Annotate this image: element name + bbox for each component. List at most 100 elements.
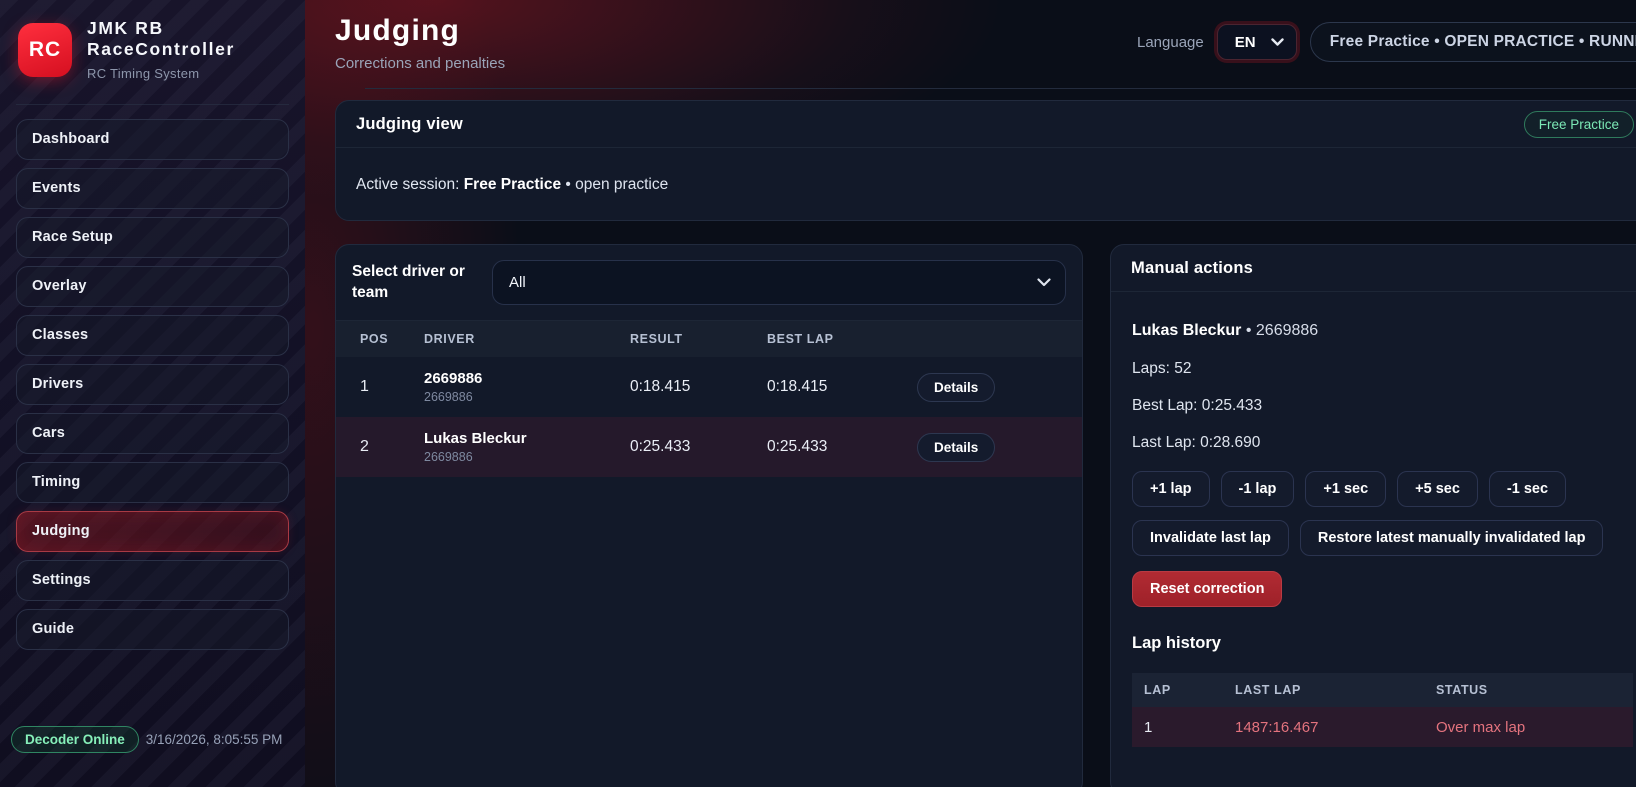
driver-best-lap: 0:18.415 xyxy=(767,378,917,396)
manual-actions-card: Manual actions Lukas Bleckur • 2669886 L… xyxy=(1110,244,1636,787)
language-select-value: EN xyxy=(1235,34,1256,51)
sidebar-nav-item[interactable]: Judging xyxy=(16,511,289,552)
sidebar-nav-item[interactable]: Cars xyxy=(16,413,289,454)
lap-history-header-cell: LAST LAP xyxy=(1235,683,1436,697)
driver-table-header-cell: POS xyxy=(360,332,424,346)
driver-select-dropdown[interactable]: All xyxy=(492,260,1066,305)
driver-select-value: All xyxy=(509,274,526,291)
sidebar-nav-item-label: Dashboard xyxy=(32,131,110,147)
adjust-button[interactable]: -1 sec xyxy=(1489,471,1566,507)
sidebar-nav-item[interactable]: Events xyxy=(16,168,289,209)
main-area: Judging Corrections and penalties Langua… xyxy=(305,0,1636,787)
sidebar-nav-item-label: Settings xyxy=(32,572,91,588)
lap-history-body: 1 1487:16.467 Over max lap xyxy=(1132,707,1633,747)
chevron-down-icon xyxy=(1037,278,1051,287)
adjust-button[interactable]: +1 lap xyxy=(1132,471,1210,507)
sidebar-nav-item-label: Cars xyxy=(32,425,65,441)
driver-stats: Laps: 52 Best Lap: 0:25.433 Last Lap: 0:28… xyxy=(1132,360,1633,452)
driver-stat-line: Best Lap: 0:25.433 xyxy=(1132,397,1633,415)
selected-driver-name: Lukas Bleckur xyxy=(1132,322,1241,339)
driver-name: Lukas Bleckur xyxy=(424,430,630,447)
language-label: Language xyxy=(1137,34,1204,51)
sidebar-nav-item[interactable]: Drivers xyxy=(16,364,289,405)
sidebar-nav-item-label: Race Setup xyxy=(32,229,113,245)
app-title-line2: RaceController xyxy=(87,39,235,60)
active-session-suffix: • open practice xyxy=(565,176,668,193)
sidebar-nav-item[interactable]: Classes xyxy=(16,315,289,356)
selected-driver-line: Lukas Bleckur • 2669886 xyxy=(1132,322,1633,340)
manual-actions-body: Lukas Bleckur • 2669886 Laps: 52 Best Lap… xyxy=(1111,292,1636,767)
adjust-button[interactable]: -1 lap xyxy=(1221,471,1295,507)
sidebar-nav-item[interactable]: Guide xyxy=(16,609,289,650)
lap-history-row: 1 1487:16.467 Over max lap xyxy=(1132,707,1633,747)
lap-history-header: LAPLAST LAPSTATUS xyxy=(1132,673,1633,707)
clock-timestamp: 3/16/2026, 8:05:55 PM xyxy=(146,732,283,747)
driver-name: 2669886 xyxy=(424,370,630,387)
driver-stat-line: Last Lap: 0:28.690 xyxy=(1132,434,1633,452)
driver-table-row[interactable]: 1 2669886 2669886 0:18.415 0:18.415 Deta… xyxy=(336,357,1082,417)
driver-stat-line: Laps: 52 xyxy=(1132,360,1633,378)
driver-table-header: POSDRIVERRESULTBEST LAP xyxy=(336,321,1082,357)
sidebar-nav-item[interactable]: Overlay xyxy=(16,266,289,307)
manual-actions-header: Manual actions xyxy=(1111,245,1636,292)
sidebar-nav-item[interactable]: Dashboard xyxy=(16,119,289,160)
sidebar-nav-item-label: Events xyxy=(32,180,81,196)
lap-number: 1 xyxy=(1144,719,1235,736)
sidebar-nav-item-label: Judging xyxy=(32,523,90,539)
driver-table: POSDRIVERRESULTBEST LAP 1 2669886 266988… xyxy=(336,321,1082,477)
lap-history-table: LAPLAST LAPSTATUS 1 1487:16.467 Over max… xyxy=(1132,673,1633,747)
driver-select-card: Select driver or team All POSDRIVERRESUL… xyxy=(335,244,1083,787)
driver-select-label: Select driver or team xyxy=(352,262,470,304)
active-session-line: Active session: Free Practice • open pra… xyxy=(336,148,1636,220)
session-status-badge: Free Practice • OPEN PRACTICE • RUNNING xyxy=(1310,22,1636,62)
restore-invalidated-lap-button[interactable]: Restore latest manually invalidated lap xyxy=(1300,520,1604,556)
header-controls: Language EN Free Practice • OPEN PRACTIC… xyxy=(1137,22,1636,62)
active-session-label: Active session: xyxy=(356,176,459,193)
adjust-button[interactable]: +5 sec xyxy=(1397,471,1478,507)
sidebar-nav-item-label: Drivers xyxy=(32,376,83,392)
language-select[interactable]: EN xyxy=(1217,24,1297,60)
free-practice-badge: Free Practice xyxy=(1524,111,1634,138)
driver-result: 0:25.433 xyxy=(630,438,767,456)
correction-buttons: +1 lap -1 lap +1 sec +5 sec -1 sec Invalidat… xyxy=(1132,471,1633,607)
driver-table-body: 1 2669886 2669886 0:18.415 0:18.415 Deta… xyxy=(336,357,1082,477)
sidebar-nav-item-label: Overlay xyxy=(32,278,87,294)
lap-history-header-cell: LAP xyxy=(1144,683,1235,697)
sidebar-nav: Dashboard Events Race Setup Overlay Clas… xyxy=(0,105,305,650)
sidebar-nav-item-label: Timing xyxy=(32,474,80,490)
selected-driver-separator: • xyxy=(1246,322,1252,339)
judging-view-title: Judging view xyxy=(356,115,463,134)
chevron-down-icon xyxy=(1271,38,1284,47)
page-content: Judging view Free Practice Active sessio… xyxy=(305,89,1636,787)
sidebar-nav-item-label: Classes xyxy=(32,327,88,343)
details-button[interactable]: Details xyxy=(917,373,995,402)
invalidate-last-lap-button[interactable]: Invalidate last lap xyxy=(1132,520,1289,556)
judging-view-card-header: Judging view Free Practice xyxy=(336,101,1636,148)
app-subtitle: RC Timing System xyxy=(87,66,235,82)
driver-table-header-cell: DRIVER xyxy=(424,332,630,346)
manual-actions-title: Manual actions xyxy=(1131,259,1253,278)
driver-table-row[interactable]: 2 Lukas Bleckur 2669886 0:25.433 0:25.43… xyxy=(336,417,1082,477)
sidebar-nav-item-label: Guide xyxy=(32,621,74,637)
lap-status: Over max lap xyxy=(1436,719,1621,736)
header-divider xyxy=(365,88,1636,89)
app-title: JMK RB RaceController RC Timing System xyxy=(87,18,235,82)
sidebar-nav-item[interactable]: Race Setup xyxy=(16,217,289,258)
details-button[interactable]: Details xyxy=(917,433,995,462)
reset-correction-button[interactable]: Reset correction xyxy=(1132,571,1282,607)
driver-cell: Lukas Bleckur 2669886 xyxy=(424,430,630,464)
driver-pos: 1 xyxy=(360,378,424,396)
active-session-name: Free Practice xyxy=(464,176,561,193)
lap-history-header-cell: STATUS xyxy=(1436,683,1621,697)
sidebar-divider xyxy=(16,104,289,105)
selected-driver-number: 2669886 xyxy=(1256,322,1318,339)
sidebar-nav-item[interactable]: Settings xyxy=(16,560,289,601)
adjust-buttons-row: +1 lap -1 lap +1 sec +5 sec -1 sec xyxy=(1132,471,1633,507)
sidebar-nav-item[interactable]: Timing xyxy=(16,462,289,503)
sidebar: RC JMK RB RaceController RC Timing Syste… xyxy=(0,0,305,787)
driver-select-header: Select driver or team All xyxy=(336,245,1082,321)
app-title-line1: JMK RB xyxy=(87,18,235,39)
driver-transponder: 2669886 xyxy=(424,450,630,464)
adjust-button[interactable]: +1 sec xyxy=(1305,471,1386,507)
lap-buttons-row: Invalidate last lap Restore latest manua… xyxy=(1132,520,1633,556)
